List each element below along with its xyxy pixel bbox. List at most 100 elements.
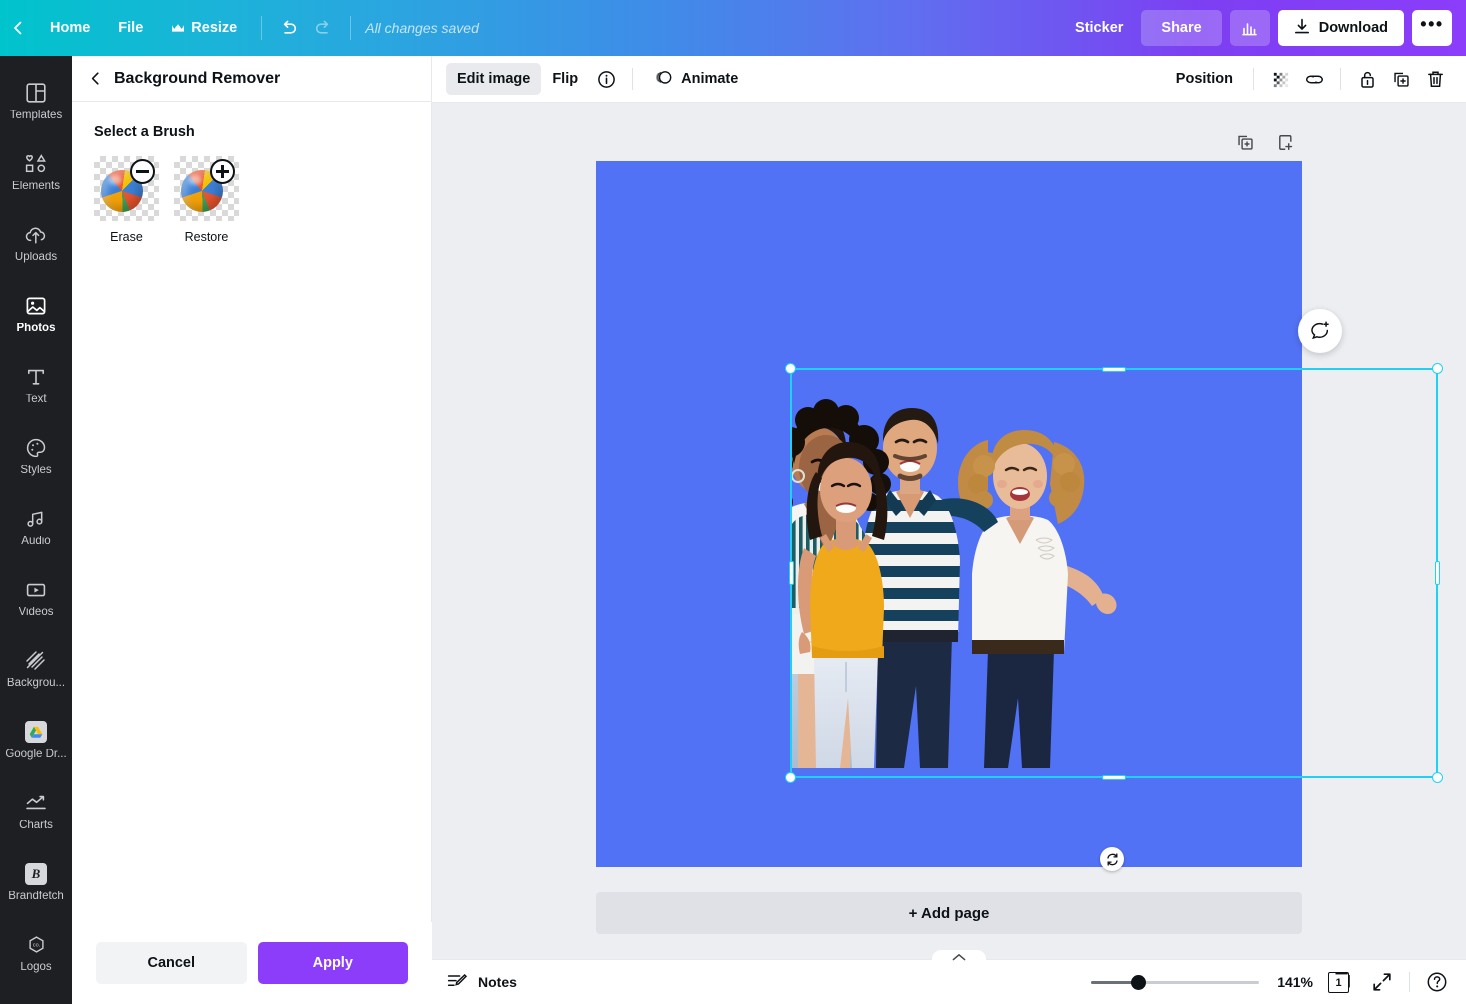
group-of-five-friends-photo[interactable] (792, 368, 1440, 768)
topbar-left-group: Home File Resize All changes saved (0, 0, 479, 56)
flip-label: Flip (552, 71, 578, 87)
sticker-button[interactable]: Sticker (1065, 20, 1133, 36)
bottombar-right-group: 141% 1 (1091, 967, 1452, 997)
collapse-panel-chevron-up-icon[interactable] (932, 950, 986, 970)
sidebar-item-logos[interactable]: co. Logos (0, 918, 72, 989)
person-5 (958, 430, 1117, 768)
edit-image-button[interactable]: Edit image (446, 63, 541, 95)
redo-icon[interactable] (306, 11, 340, 45)
rotate-icon[interactable] (1100, 847, 1124, 871)
google-drive-tile (25, 721, 47, 743)
sidebar-item-label: Backgrou... (7, 678, 65, 690)
trash-icon[interactable] (1418, 62, 1452, 96)
background-remover-panel: Background Remover Select a Brush Erase (72, 56, 432, 1004)
sidebar-item-uploads[interactable]: Uploads (0, 208, 72, 279)
cancel-button[interactable]: Cancel (96, 942, 247, 984)
insights-bar-chart-icon[interactable] (1230, 10, 1270, 46)
toolbar-divider-3 (1340, 68, 1341, 90)
home-menu-item[interactable]: Home (36, 12, 104, 44)
animate-button[interactable]: Animate (642, 63, 749, 95)
sidebar-item-label: Photos (17, 323, 56, 335)
more-options-button[interactable]: ••• (1412, 10, 1452, 46)
page-stack-icon[interactable]: 1 (1325, 967, 1355, 997)
sidebar-item-label: Text (25, 394, 46, 406)
expand-diagonal-icon[interactable] (1367, 967, 1397, 997)
canva-editor-window: Home File Resize All changes saved St (0, 0, 1466, 1004)
sidebar-item-templates[interactable]: Templates (0, 66, 72, 137)
toolbar-divider-2 (1253, 68, 1254, 90)
back-chevron-icon[interactable] (0, 0, 36, 56)
sidebar-item-styles[interactable]: Styles (0, 421, 72, 492)
text-t-icon (24, 365, 48, 389)
apply-button[interactable]: Apply (258, 942, 409, 984)
undo-icon[interactable] (272, 11, 306, 45)
brush-options-row: Erase Restore (94, 156, 409, 244)
sidebar-item-label: Templates (10, 110, 62, 122)
help-circle-icon[interactable] (1422, 967, 1452, 997)
left-tool-rail: Templates Elements Uploads (0, 56, 72, 1004)
lock-open-icon[interactable] (1350, 62, 1384, 96)
file-menu-item[interactable]: File (104, 12, 157, 44)
sidebar-item-elements[interactable]: Elements (0, 137, 72, 208)
beachball-minus-icon (94, 156, 159, 221)
hexagon-co-icon: co. (24, 933, 48, 957)
select-a-brush-heading: Select a Brush (94, 124, 409, 140)
minus-badge-icon (130, 159, 155, 184)
selection-handle-bottom-right[interactable] (1432, 772, 1443, 783)
video-play-icon (24, 578, 48, 602)
image-editing-toolbar: Edit image Flip Animate Position (432, 56, 1466, 103)
sidebar-item-label: Uploads (15, 252, 57, 264)
sidebar-item-videos[interactable]: Videos (0, 563, 72, 634)
brush-option-erase[interactable]: Erase (94, 156, 159, 244)
design-page-canvas[interactable] (596, 161, 1302, 867)
share-button[interactable]: Share (1141, 10, 1221, 46)
resize-menu-item[interactable]: Resize (157, 12, 251, 44)
sidebar-item-audio[interactable]: Audio (0, 492, 72, 563)
beachball-plus-icon (174, 156, 239, 221)
topbar-divider-1 (261, 16, 262, 40)
sidebar-item-text[interactable]: Text (0, 350, 72, 421)
position-button[interactable]: Position (1165, 63, 1244, 95)
sidebar-item-label: Charts (19, 820, 53, 832)
duplicate-page-icon[interactable] (1234, 131, 1256, 153)
sidebar-item-brandfetch[interactable]: B Brandfetch (0, 847, 72, 918)
selection-handle-bottom-left[interactable] (785, 772, 796, 783)
position-label: Position (1176, 71, 1233, 87)
zoom-slider[interactable] (1091, 974, 1259, 990)
add-page-button[interactable]: + Add page (596, 892, 1302, 934)
link-chain-icon[interactable] (1297, 62, 1331, 96)
edit-image-label: Edit image (457, 71, 530, 87)
add-page-icon[interactable] (1274, 131, 1296, 153)
brandfetch-b-icon: B (24, 862, 48, 886)
sidebar-item-photos[interactable]: Photos (0, 279, 72, 350)
music-note-icon (24, 507, 48, 531)
palette-icon (24, 436, 48, 460)
zoom-level-value: 141% (1271, 974, 1313, 990)
transparency-checker-icon[interactable] (1263, 62, 1297, 96)
topbar-divider-2 (350, 16, 351, 40)
add-comment-button[interactable] (1298, 309, 1342, 353)
download-arrow-icon (1294, 18, 1310, 39)
topbar-right-group: Sticker Share Download ••• (1065, 10, 1466, 46)
duplicate-icon[interactable] (1384, 62, 1418, 96)
brush-option-restore[interactable]: Restore (174, 156, 239, 244)
sidebar-item-background[interactable]: Backgrou... (0, 634, 72, 705)
panel-title: Background Remover (114, 70, 280, 88)
sidebar-item-google-drive[interactable]: Google Dr... (0, 705, 72, 776)
file-label: File (118, 20, 143, 36)
home-label: Home (50, 20, 90, 36)
sidebar-item-charts[interactable]: Charts (0, 776, 72, 847)
info-circle-icon[interactable] (589, 62, 623, 96)
animate-label: Animate (681, 71, 738, 87)
flip-button[interactable]: Flip (541, 63, 589, 95)
zoom-slider-knob[interactable] (1131, 975, 1146, 990)
sidebar-item-label: Brandfetch (8, 891, 64, 903)
notes-button[interactable]: Notes (446, 971, 517, 994)
canvas-workspace[interactable]: + Add page (432, 103, 1466, 959)
panel-back-chevron-icon[interactable] (86, 70, 104, 88)
download-button[interactable]: Download (1278, 10, 1404, 46)
resize-label: Resize (191, 20, 237, 36)
selection-handle-bottom-center[interactable] (1102, 775, 1126, 780)
brush-label: Restore (174, 230, 239, 244)
svg-text:co.: co. (32, 943, 40, 949)
